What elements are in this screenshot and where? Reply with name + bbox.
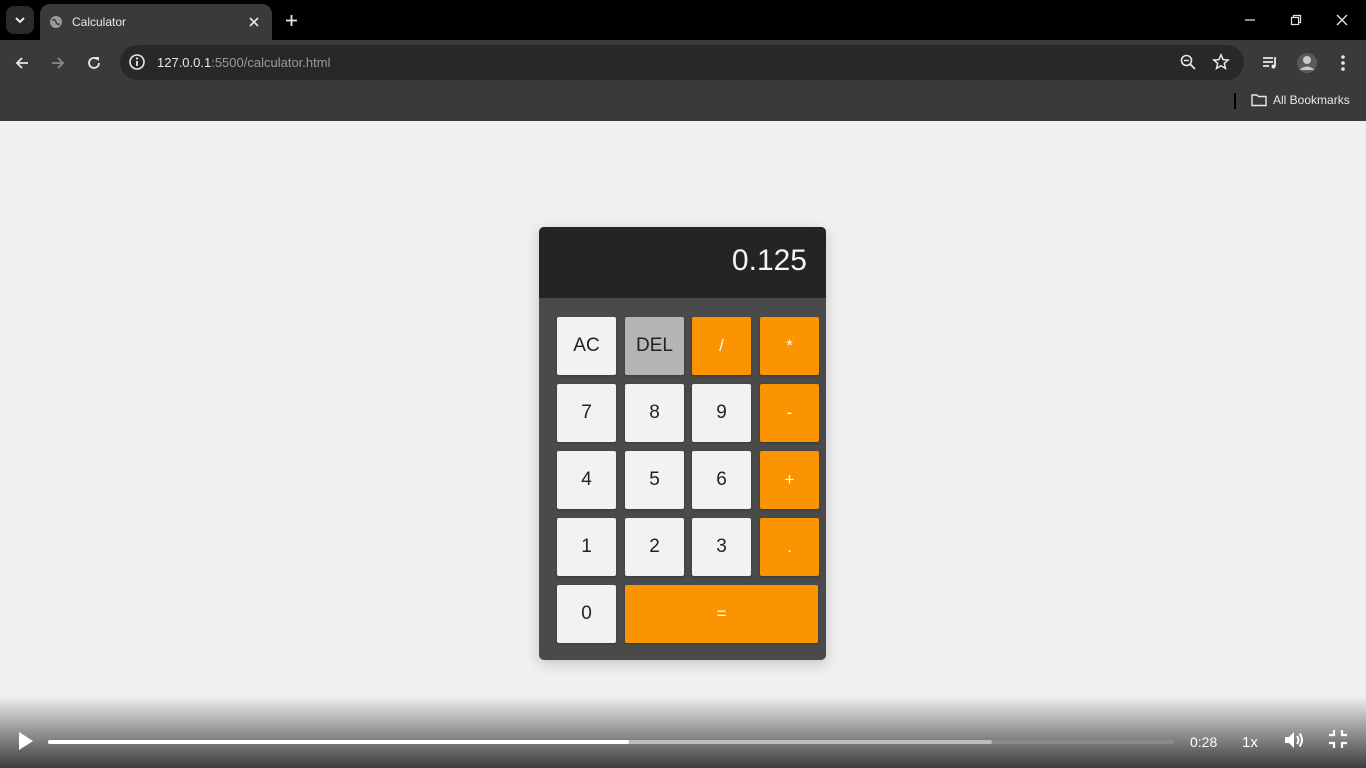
key-5[interactable]: 5 <box>625 451 684 509</box>
minimize-button[interactable] <box>1235 8 1265 32</box>
key-delete[interactable]: DEL <box>625 317 684 375</box>
all-bookmarks-label: All Bookmarks <box>1273 93 1350 107</box>
tab-search-button[interactable] <box>6 6 34 34</box>
key-1[interactable]: 1 <box>557 518 616 576</box>
tab-strip: Calculator <box>0 0 1366 40</box>
key-plus[interactable]: + <box>760 451 819 509</box>
folder-icon <box>1251 94 1267 107</box>
volume-button[interactable] <box>1283 728 1307 752</box>
key-divide[interactable]: / <box>692 317 751 375</box>
back-button[interactable] <box>9 50 35 76</box>
plus-icon <box>285 14 297 26</box>
key-6[interactable]: 6 <box>692 451 751 509</box>
key-clear[interactable]: AC <box>557 317 616 375</box>
key-2[interactable]: 2 <box>625 518 684 576</box>
active-tab[interactable]: Calculator <box>40 4 272 40</box>
forward-button[interactable] <box>45 50 71 76</box>
url-host: 127.0.0.1 <box>157 55 212 70</box>
close-icon <box>249 17 259 27</box>
globe-icon <box>49 15 63 29</box>
calculator: 0.125 AC DEL / * 7 8 9 - 4 5 6 + 1 2 3 .… <box>539 227 826 660</box>
key-multiply[interactable]: * <box>760 317 819 375</box>
key-9[interactable]: 9 <box>692 384 751 442</box>
profile-avatar[interactable] <box>1296 52 1318 74</box>
video-time: 0:28 <box>1190 734 1218 750</box>
playback-speed-button[interactable]: 1x <box>1242 734 1258 751</box>
video-progress-bar[interactable] <box>48 740 1174 744</box>
key-equals[interactable]: = <box>625 585 818 643</box>
all-bookmarks-button[interactable]: All Bookmarks <box>1251 93 1350 107</box>
volume-icon <box>1285 732 1303 748</box>
close-tab-button[interactable] <box>244 12 264 32</box>
new-tab-button[interactable] <box>280 9 302 31</box>
video-controls: 0:28 1x <box>0 696 1366 768</box>
site-info-icon[interactable] <box>128 53 146 71</box>
play-button[interactable] <box>14 730 36 752</box>
zoom-icon[interactable] <box>1179 53 1197 71</box>
tab-title: Calculator <box>72 15 127 29</box>
key-7[interactable]: 7 <box>557 384 616 442</box>
address-bar[interactable]: 127.0.0.1:5500/calculator.html <box>120 45 1244 80</box>
key-3[interactable]: 3 <box>692 518 751 576</box>
url-path: :5500/calculator.html <box>211 55 331 70</box>
minimize-icon <box>1245 19 1255 21</box>
arrow-right-icon <box>52 57 65 69</box>
key-4[interactable]: 4 <box>557 451 616 509</box>
exit-fullscreen-button[interactable] <box>1327 728 1349 750</box>
key-decimal[interactable]: . <box>760 518 819 576</box>
chevron-down-icon <box>15 17 25 24</box>
key-8[interactable]: 8 <box>625 384 684 442</box>
browser-toolbar: 127.0.0.1:5500/calculator.html <box>0 40 1366 86</box>
reload-button[interactable] <box>81 50 107 76</box>
bookmarks-bar: All Bookmarks <box>0 86 1366 121</box>
restore-button[interactable] <box>1281 8 1311 32</box>
exit-fullscreen-icon <box>1329 730 1347 748</box>
progress-fill <box>48 740 630 744</box>
close-icon <box>1336 14 1348 26</box>
reload-icon <box>88 57 100 69</box>
calculator-display: 0.125 <box>539 227 826 298</box>
restore-icon <box>1290 14 1302 26</box>
key-minus[interactable]: - <box>760 384 819 442</box>
media-controls-icon[interactable] <box>1259 52 1281 74</box>
divider <box>1234 93 1236 109</box>
play-icon <box>19 732 33 750</box>
bookmark-star-icon[interactable] <box>1212 53 1230 71</box>
key-0[interactable]: 0 <box>557 585 616 643</box>
more-menu-icon[interactable] <box>1332 52 1354 74</box>
arrow-left-icon <box>15 57 28 69</box>
url-text: 127.0.0.1:5500/calculator.html <box>157 55 330 70</box>
close-window-button[interactable] <box>1327 8 1357 32</box>
